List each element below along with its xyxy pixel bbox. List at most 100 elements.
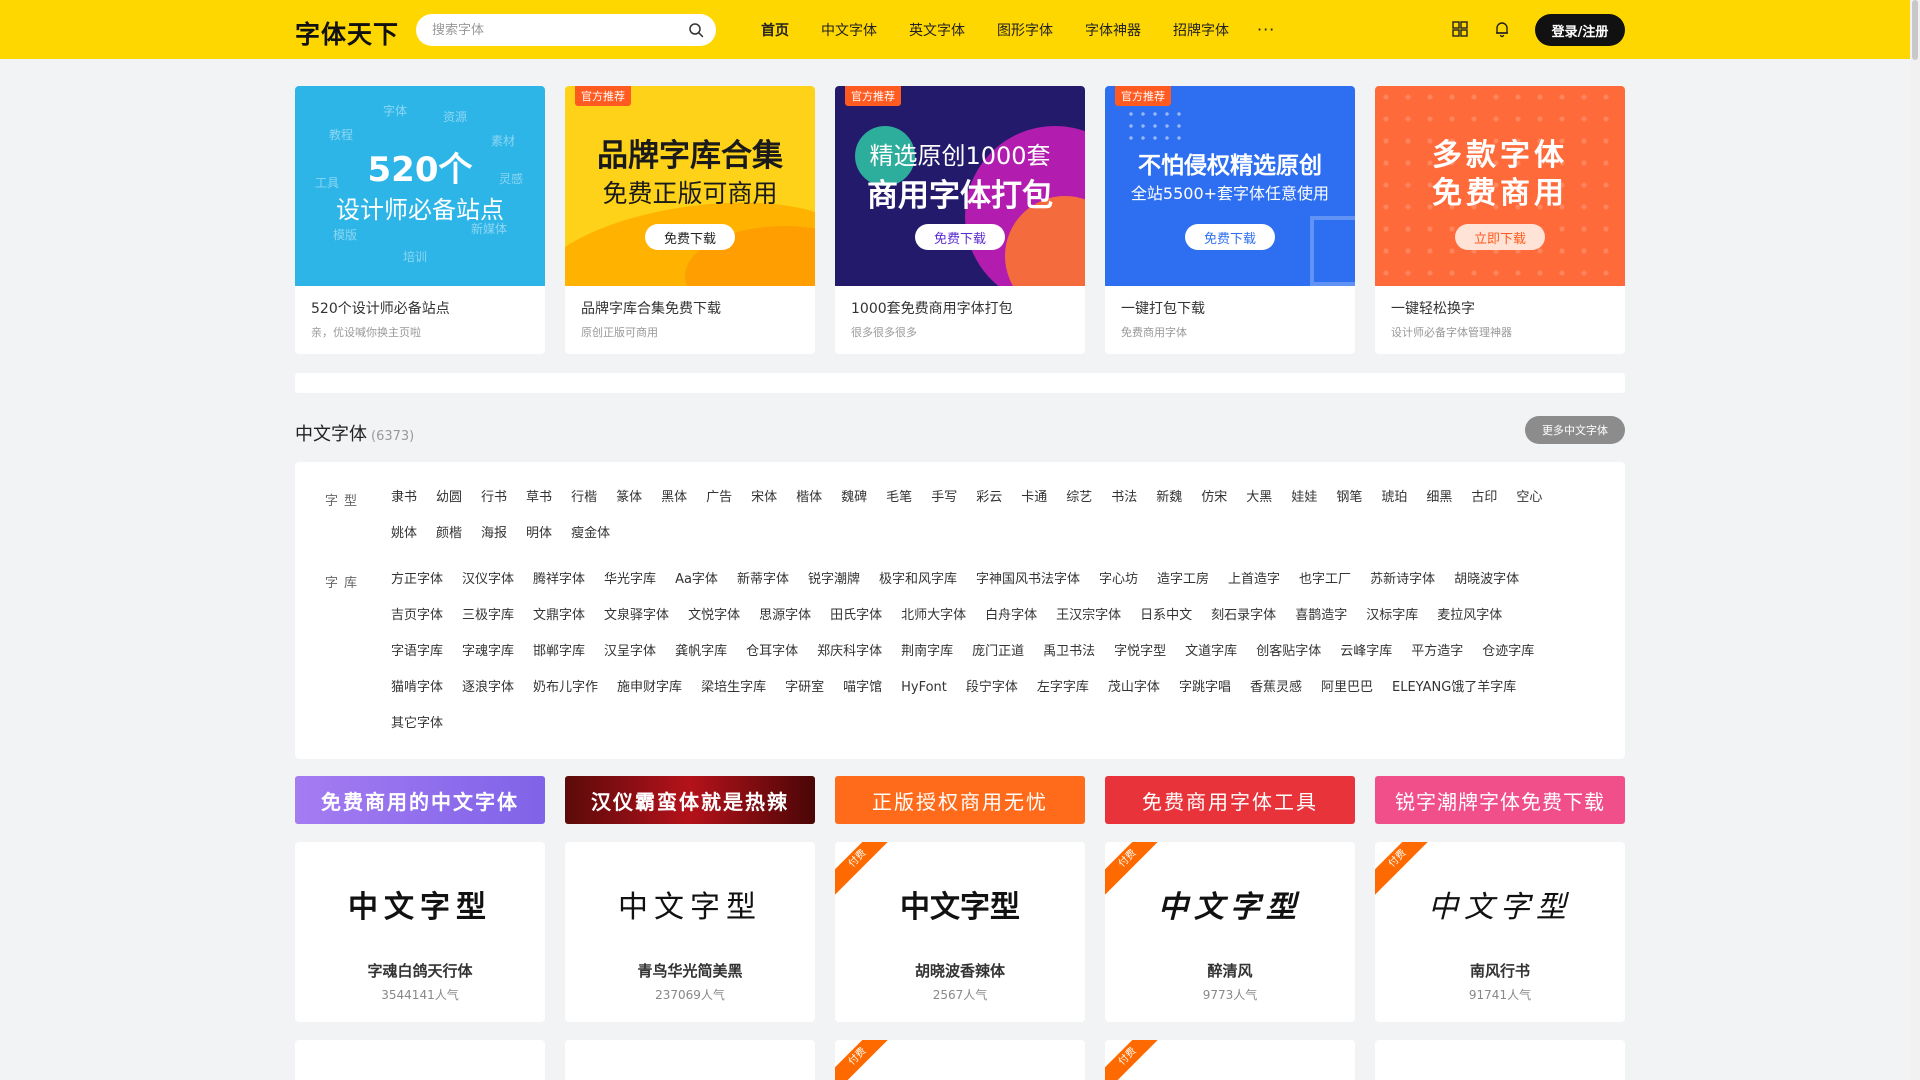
promo-free-tools[interactable]: 免费商用字体工具 bbox=[1105, 776, 1355, 824]
nav-english-fonts[interactable]: 英文字体 bbox=[909, 20, 965, 40]
search-icon[interactable] bbox=[688, 22, 704, 38]
filter-library-tag[interactable]: 吉页字体 bbox=[391, 598, 443, 634]
filter-library-tag[interactable]: 龚帆字库 bbox=[675, 634, 727, 670]
font-card[interactable]: 中文字型 青鸟华光简美黑 237069人气 bbox=[565, 842, 815, 1022]
filter-type-tag[interactable]: 姚体 bbox=[391, 516, 417, 552]
search-input[interactable] bbox=[432, 20, 672, 40]
banner-card-brand-library[interactable]: 官方推荐 品牌字库合集 免费正版可商用 免费下载 品牌字库合集免费下载 原创正版… bbox=[565, 86, 815, 354]
filter-library-tag[interactable]: 文鼎字体 bbox=[533, 598, 585, 634]
filter-library-tag[interactable]: 段宁字体 bbox=[966, 670, 1018, 706]
filter-library-tag[interactable]: HyFont bbox=[901, 670, 947, 706]
filter-type-tag[interactable]: 明体 bbox=[526, 516, 552, 552]
banner-download-button[interactable]: 免费下载 bbox=[1185, 224, 1275, 250]
filter-type-tag[interactable]: 钢笔 bbox=[1336, 480, 1362, 516]
nav-chinese-fonts[interactable]: 中文字体 bbox=[821, 20, 877, 40]
filter-library-tag[interactable]: 白舟字体 bbox=[985, 598, 1037, 634]
promo-licensed[interactable]: 正版授权商用无忧 bbox=[835, 776, 1085, 824]
filter-library-tag[interactable]: 刻石录字体 bbox=[1211, 598, 1276, 634]
login-register-button[interactable]: 登录/注册 bbox=[1535, 14, 1625, 46]
filter-type-tag[interactable]: 娃娃 bbox=[1291, 480, 1317, 516]
filter-type-tag[interactable]: 手写 bbox=[931, 480, 957, 516]
banner-download-button[interactable]: 免费下载 bbox=[915, 224, 1005, 250]
filter-library-tag[interactable]: 荆南字库 bbox=[901, 634, 953, 670]
filter-library-tag[interactable]: 华光字库 bbox=[604, 562, 656, 598]
nav-sign-fonts[interactable]: 招牌字体 bbox=[1173, 20, 1229, 40]
font-card-partial[interactable] bbox=[295, 1040, 545, 1080]
filter-library-tag[interactable]: 香蕉灵感 bbox=[1250, 670, 1302, 706]
filter-library-tag[interactable]: 思源字体 bbox=[759, 598, 811, 634]
font-card-partial[interactable]: 付费 bbox=[1105, 1040, 1355, 1080]
banner-card-bundle-download[interactable]: 官方推荐 不怕侵权精选原创 全站5500+套字体任意使用 免费下载 一键打包下载… bbox=[1105, 86, 1355, 354]
filter-type-tag[interactable]: 书法 bbox=[1111, 480, 1137, 516]
filter-library-tag[interactable]: 字悦字型 bbox=[1114, 634, 1166, 670]
filter-type-tag[interactable]: 幼圆 bbox=[436, 480, 462, 516]
filter-library-tag[interactable]: 苏新诗字体 bbox=[1370, 562, 1435, 598]
filter-library-tag[interactable]: 喵字馆 bbox=[843, 670, 882, 706]
nav-graphic-fonts[interactable]: 图形字体 bbox=[997, 20, 1053, 40]
filter-library-tag[interactable]: 极字和风字库 bbox=[879, 562, 957, 598]
filter-library-tag[interactable]: 麦拉风字体 bbox=[1437, 598, 1502, 634]
filter-library-tag[interactable]: 茂山字体 bbox=[1108, 670, 1160, 706]
font-card[interactable]: 付费 中文字型 胡晓波香辣体 2567人气 bbox=[835, 842, 1085, 1022]
filter-type-tag[interactable]: 行书 bbox=[481, 480, 507, 516]
filter-library-tag[interactable]: 邯郸字库 bbox=[533, 634, 585, 670]
filter-type-tag[interactable]: 彩云 bbox=[976, 480, 1002, 516]
filter-type-tag[interactable]: 魏碑 bbox=[841, 480, 867, 516]
font-card[interactable]: 中文字型 字魂白鸽天行体 3544141人气 bbox=[295, 842, 545, 1022]
filter-library-tag[interactable]: 平方造字 bbox=[1411, 634, 1463, 670]
filter-type-tag[interactable]: 毛笔 bbox=[886, 480, 912, 516]
filter-library-tag[interactable]: 字魂字库 bbox=[462, 634, 514, 670]
filter-library-tag[interactable]: Aa字体 bbox=[675, 562, 718, 598]
filter-type-tag[interactable]: 行楷 bbox=[571, 480, 597, 516]
page-scrollbar[interactable] bbox=[1910, 0, 1920, 1080]
font-card-partial[interactable] bbox=[565, 1040, 815, 1080]
filter-library-tag[interactable]: 其它字体 bbox=[391, 706, 443, 742]
filter-type-tag[interactable]: 古印 bbox=[1471, 480, 1497, 516]
filter-library-tag[interactable]: 王汉宗字体 bbox=[1056, 598, 1121, 634]
filter-library-tag[interactable]: 字跳字唱 bbox=[1179, 670, 1231, 706]
filter-library-tag[interactable]: 梁培生字库 bbox=[701, 670, 766, 706]
filter-type-tag[interactable]: 仿宋 bbox=[1201, 480, 1227, 516]
grid-apps-icon[interactable] bbox=[1451, 20, 1469, 38]
search-box[interactable] bbox=[416, 14, 716, 46]
filter-library-tag[interactable]: 猫啃字体 bbox=[391, 670, 443, 706]
filter-type-tag[interactable]: 新魏 bbox=[1156, 480, 1182, 516]
filter-library-tag[interactable]: 阿里巴巴 bbox=[1321, 670, 1373, 706]
filter-library-tag[interactable]: 北师大字体 bbox=[901, 598, 966, 634]
filter-library-tag[interactable]: 汉标字库 bbox=[1366, 598, 1418, 634]
nav-font-tools[interactable]: 字体神器 bbox=[1085, 20, 1141, 40]
filter-library-tag[interactable]: 田氏字体 bbox=[830, 598, 882, 634]
filter-library-tag[interactable]: 喜鹊造字 bbox=[1295, 598, 1347, 634]
filter-library-tag[interactable]: 云峰字库 bbox=[1340, 634, 1392, 670]
font-card-partial[interactable] bbox=[1375, 1040, 1625, 1080]
filter-library-tag[interactable]: 胡晓波字体 bbox=[1454, 562, 1519, 598]
filter-library-tag[interactable]: 文泉驿字体 bbox=[604, 598, 669, 634]
filter-type-tag[interactable]: 卡通 bbox=[1021, 480, 1047, 516]
more-chinese-fonts-button[interactable]: 更多中文字体 bbox=[1525, 416, 1625, 444]
banner-card-font-manager[interactable]: 多款字体 免费商用 立即下载 一键轻松换字 设计师必备字体管理神器 bbox=[1375, 86, 1625, 354]
filter-library-tag[interactable]: 文悦字体 bbox=[688, 598, 740, 634]
filter-type-tag[interactable]: 广告 bbox=[706, 480, 732, 516]
banner-download-button[interactable]: 立即下载 bbox=[1455, 224, 1545, 250]
banner-card-designer-sites[interactable]: 字体 资源 教程 素材 工具 灵感 模版 新媒体 培训 520个 设计师必备站点… bbox=[295, 86, 545, 354]
filter-library-tag[interactable]: 创客贴字体 bbox=[1256, 634, 1321, 670]
filter-library-tag[interactable]: 字神国风书法字体 bbox=[976, 562, 1080, 598]
promo-hanyi-bamanti[interactable]: 汉仪霸蛮体就是热辣 bbox=[565, 776, 815, 824]
filter-library-tag[interactable]: 新蒂字体 bbox=[737, 562, 789, 598]
banner-download-button[interactable]: 免费下载 bbox=[645, 224, 735, 250]
filter-type-tag[interactable]: 隶书 bbox=[391, 480, 417, 516]
site-logo[interactable]: 字体天下 bbox=[295, 15, 399, 51]
nav-home[interactable]: 首页 bbox=[761, 20, 789, 40]
filter-library-tag[interactable]: 字心坊 bbox=[1099, 562, 1138, 598]
filter-type-tag[interactable]: 海报 bbox=[481, 516, 507, 552]
filter-library-tag[interactable]: 字研室 bbox=[785, 670, 824, 706]
filter-type-tag[interactable]: 颜楷 bbox=[436, 516, 462, 552]
filter-type-tag[interactable]: 综艺 bbox=[1066, 480, 1092, 516]
more-menu-icon[interactable]: ··· bbox=[1257, 20, 1275, 39]
filter-library-tag[interactable]: 逐浪字体 bbox=[462, 670, 514, 706]
filter-library-tag[interactable]: 日系中文 bbox=[1140, 598, 1192, 634]
filter-library-tag[interactable]: 上首造字 bbox=[1228, 562, 1280, 598]
filter-library-tag[interactable]: 奶布儿字作 bbox=[533, 670, 598, 706]
filter-type-tag[interactable]: 宋体 bbox=[751, 480, 777, 516]
promo-free-commercial[interactable]: 免费商用的中文字体 bbox=[295, 776, 545, 824]
